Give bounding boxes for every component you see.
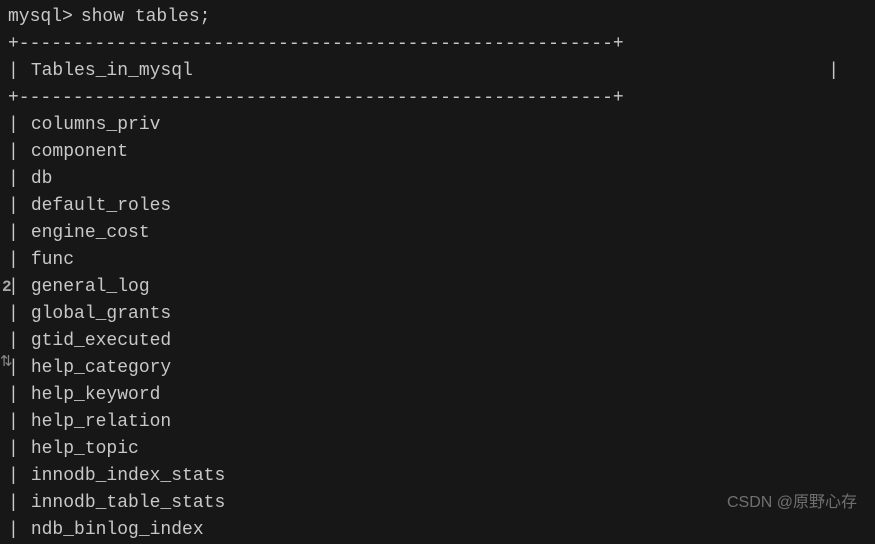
table-cell: innodb_table_stats [31, 490, 225, 517]
sql-command: show tables; [81, 4, 211, 31]
table-row: |global_grants [8, 301, 875, 328]
table-row: |general_log [8, 274, 875, 301]
table-cell: general_log [31, 274, 150, 301]
table-cell: help_category [31, 355, 171, 382]
csdn-watermark: CSDN @原野心存 [727, 488, 857, 512]
table-cell: default_roles [31, 193, 171, 220]
table-cell: engine_cost [31, 220, 150, 247]
table-row: |gtid_executed [8, 328, 875, 355]
table-header-label: Tables_in_mysql [31, 58, 193, 85]
table-cell: global_grants [31, 301, 171, 328]
table-cell: ndb_binlog_index [31, 517, 204, 544]
table-row: |func [8, 247, 875, 274]
table-cell: help_keyword [31, 382, 161, 409]
table-cell: component [31, 139, 128, 166]
table-cell: db [31, 166, 53, 193]
table-cell: innodb_index_stats [31, 463, 225, 490]
gutter-line-number: 2 [2, 278, 12, 296]
table-row: |engine_cost [8, 220, 875, 247]
table-header-row: | Tables_in_mysql | [8, 58, 875, 85]
table-rows-container: |columns_priv|component|db|default_roles… [8, 112, 875, 544]
table-border-top: +---------------------------------------… [8, 31, 875, 58]
mysql-terminal-output: mysql> show tables; +-------------------… [0, 0, 875, 544]
table-row: |default_roles [8, 193, 875, 220]
table-cell: help_relation [31, 409, 171, 436]
table-row: |db [8, 166, 875, 193]
table-row: |innodb_index_stats [8, 463, 875, 490]
table-row: |columns_priv [8, 112, 875, 139]
table-row: |component [8, 139, 875, 166]
pipe-char: | [8, 517, 19, 544]
table-row: |help_topic [8, 436, 875, 463]
table-cell: func [31, 247, 74, 274]
pipe-char: | [828, 58, 839, 85]
table-row: | ndb_binlog_index [8, 517, 875, 544]
table-border-mid: +---------------------------------------… [8, 85, 875, 112]
table-row: |help_relation [8, 409, 875, 436]
gutter-fold-icon: ⇅ [0, 352, 13, 371]
table-cell: gtid_executed [31, 328, 171, 355]
table-row: |help_keyword [8, 382, 875, 409]
table-cell: help_topic [31, 436, 139, 463]
table-cell: columns_priv [31, 112, 161, 139]
pipe-char: | [8, 58, 19, 85]
prompt-line[interactable]: mysql> show tables; [8, 4, 875, 31]
table-row: |help_category [8, 355, 875, 382]
